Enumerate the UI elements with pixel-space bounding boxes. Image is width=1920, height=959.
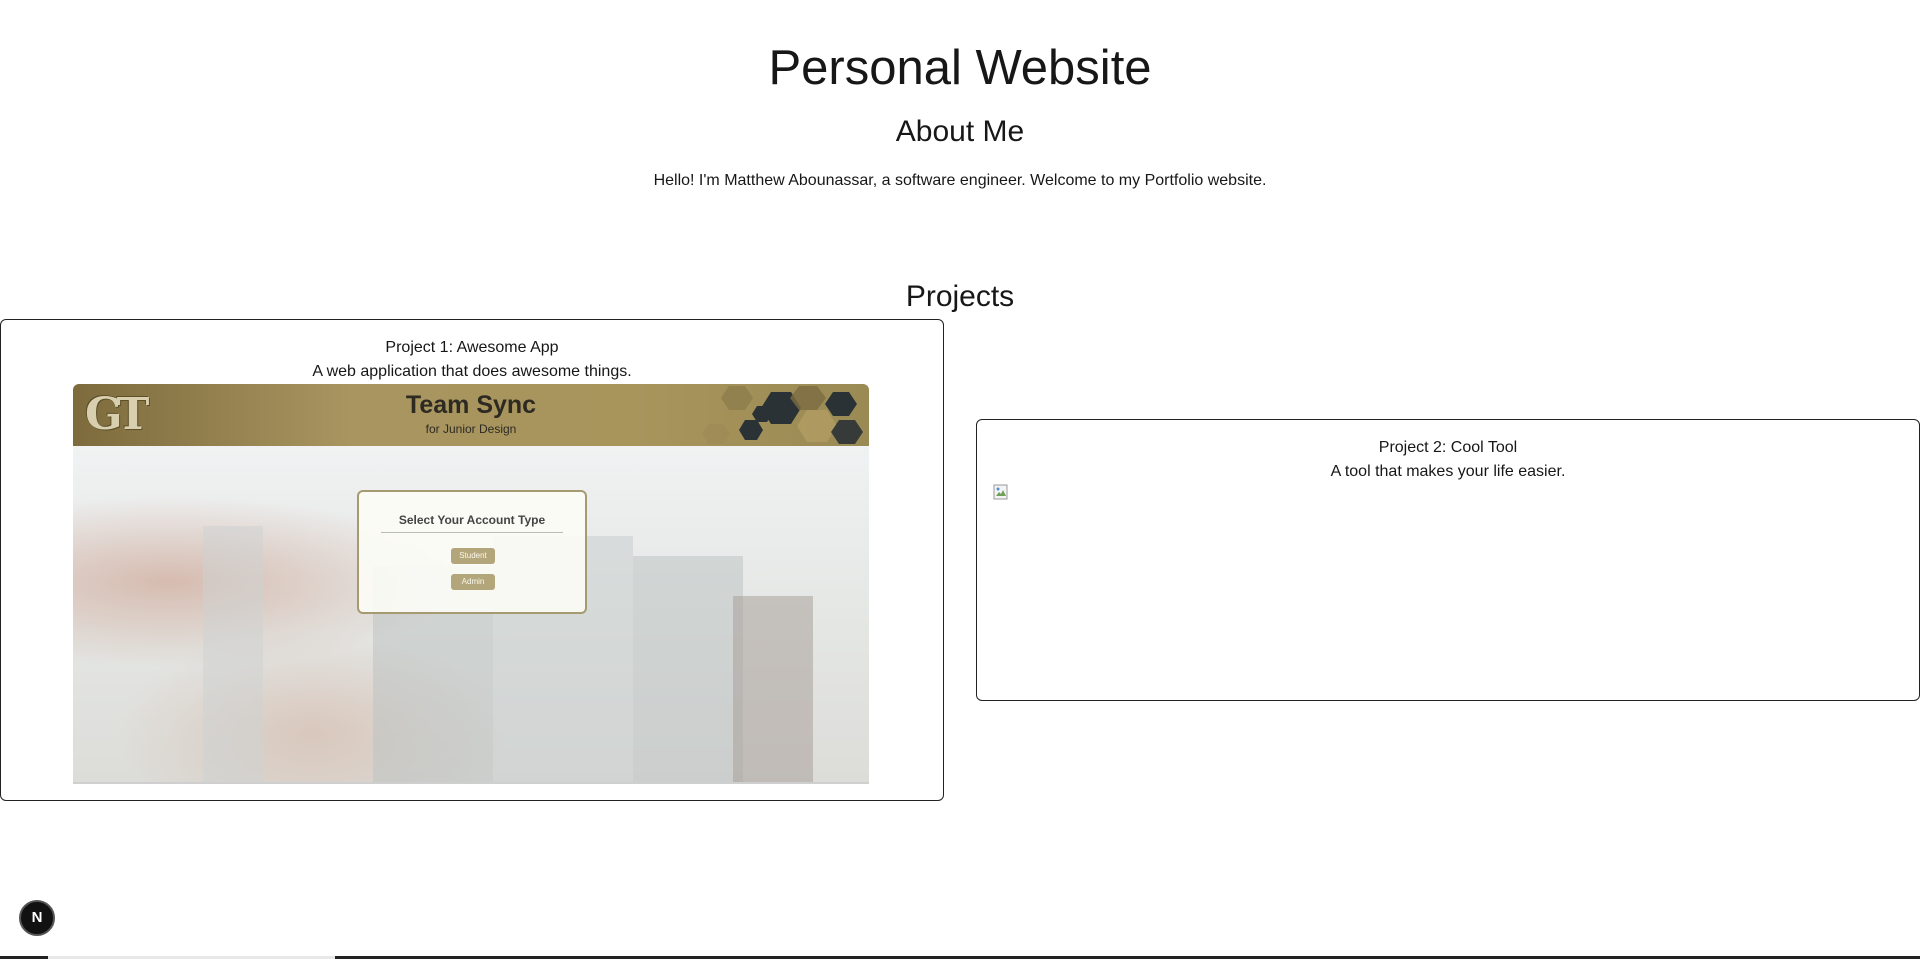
- dialog-divider: [381, 532, 563, 533]
- account-type-dialog: Select Your Account Type Student Admin: [357, 490, 587, 614]
- project-title: Project 2: Cool Tool: [1378, 439, 1518, 456]
- student-button: Student: [451, 548, 495, 564]
- about-heading: About Me: [895, 115, 1025, 148]
- dialog-title: Select Your Account Type: [398, 513, 546, 527]
- project-card-2[interactable]: Project 2: Cool Tool A tool that makes y…: [976, 419, 1920, 701]
- project-card-1[interactable]: Project 1: Awesome App A web application…: [0, 319, 944, 801]
- project-description: A web application that does awesome thin…: [312, 363, 632, 380]
- page: Personal Website About Me Hello! I'm Mat…: [0, 0, 1920, 959]
- project-title: Project 1: Awesome App: [385, 339, 559, 356]
- projects-heading: Projects: [905, 280, 1015, 313]
- nextjs-dev-indicator[interactable]: N: [19, 900, 55, 936]
- hexagon-pattern-icon: [702, 386, 863, 444]
- broken-image-icon: [993, 484, 1008, 500]
- project-description: A tool that makes your life easier.: [1330, 463, 1566, 480]
- site-title: Personal Website: [768, 41, 1152, 95]
- admin-button: Admin: [451, 574, 495, 590]
- about-text: Hello! I'm Matthew Abounassar, a softwar…: [653, 172, 1267, 189]
- screenshot-bottom-bar: [73, 782, 869, 784]
- project-screenshot: GT Team Sync for Junior Design Select Yo…: [73, 384, 869, 784]
